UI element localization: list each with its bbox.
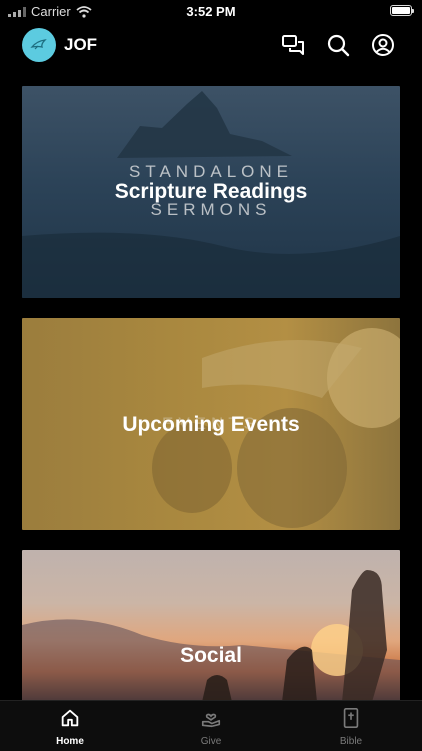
search-button[interactable] <box>325 32 351 58</box>
tab-home-label: Home <box>56 736 84 747</box>
chat-icon <box>282 35 304 55</box>
home-icon <box>61 709 79 727</box>
tab-give-label: Give <box>200 736 222 747</box>
overlay-standalone: STANDALONE <box>129 162 293 181</box>
app-logo[interactable] <box>22 28 56 62</box>
overlay-sermons: SERMONS <box>150 200 272 219</box>
battery-icon <box>390 5 414 16</box>
card-label: Social <box>180 644 242 667</box>
app-title: JOF <box>64 35 98 54</box>
dove-icon <box>30 39 47 50</box>
tab-bible[interactable]: Bible <box>311 707 391 747</box>
card-upcoming-events[interactable]: EVENTS Upcoming Events <box>22 318 400 530</box>
tab-home[interactable]: Home <box>30 707 110 747</box>
bible-icon <box>343 708 359 728</box>
tab-bible-label: Bible <box>339 736 363 747</box>
card-scripture-readings[interactable]: STANDALONE Scripture Readings SERMONS <box>22 86 400 298</box>
card-label: Upcoming Events <box>122 413 300 436</box>
profile-icon <box>372 34 394 56</box>
chat-button[interactable] <box>280 32 306 58</box>
tab-bar: Home Give Bible <box>0 700 422 751</box>
sunset-image <box>22 570 400 702</box>
tab-give[interactable]: Give <box>171 707 251 747</box>
app-header: JOF <box>0 22 422 66</box>
profile-button[interactable] <box>370 32 396 58</box>
status-bar: Carrier 3:52 PM <box>0 0 422 22</box>
search-icon <box>327 34 350 57</box>
card-social[interactable]: Social <box>22 550 400 702</box>
give-icon <box>201 713 221 728</box>
status-time: 3:52 PM <box>186 4 236 19</box>
